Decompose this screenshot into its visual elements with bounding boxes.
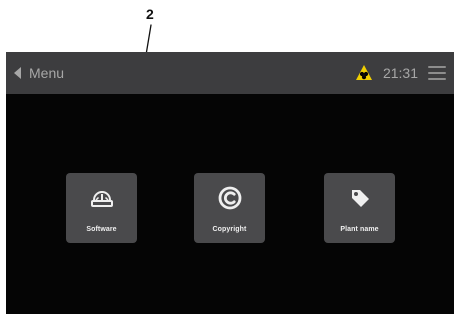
device-screen: Menu 21:31 Software Copyright Plant name — [6, 52, 454, 314]
software-tile[interactable]: Software — [66, 173, 137, 243]
top-bar: Menu 21:31 — [6, 52, 454, 94]
software-gauge-icon — [66, 183, 137, 213]
copyright-icon — [194, 183, 265, 213]
back-menu-button[interactable]: Menu — [14, 52, 64, 94]
clock-time: 21:31 — [382, 65, 418, 81]
copyright-label: Copyright — [212, 226, 247, 233]
copyright-tile[interactable]: Copyright — [194, 173, 265, 243]
plant-name-tile[interactable]: Plant name — [324, 173, 395, 243]
status-cluster: 21:31 — [355, 52, 446, 94]
plant-name-label: Plant name — [340, 226, 379, 233]
software-label: Software — [86, 226, 117, 233]
annotation-number: 2 — [146, 6, 154, 22]
chevron-left-icon — [14, 67, 21, 79]
warning-triangle-icon[interactable] — [355, 64, 373, 82]
back-menu-label: Menu — [29, 65, 65, 81]
tag-icon — [324, 183, 395, 213]
hamburger-menu-icon[interactable] — [428, 66, 446, 80]
